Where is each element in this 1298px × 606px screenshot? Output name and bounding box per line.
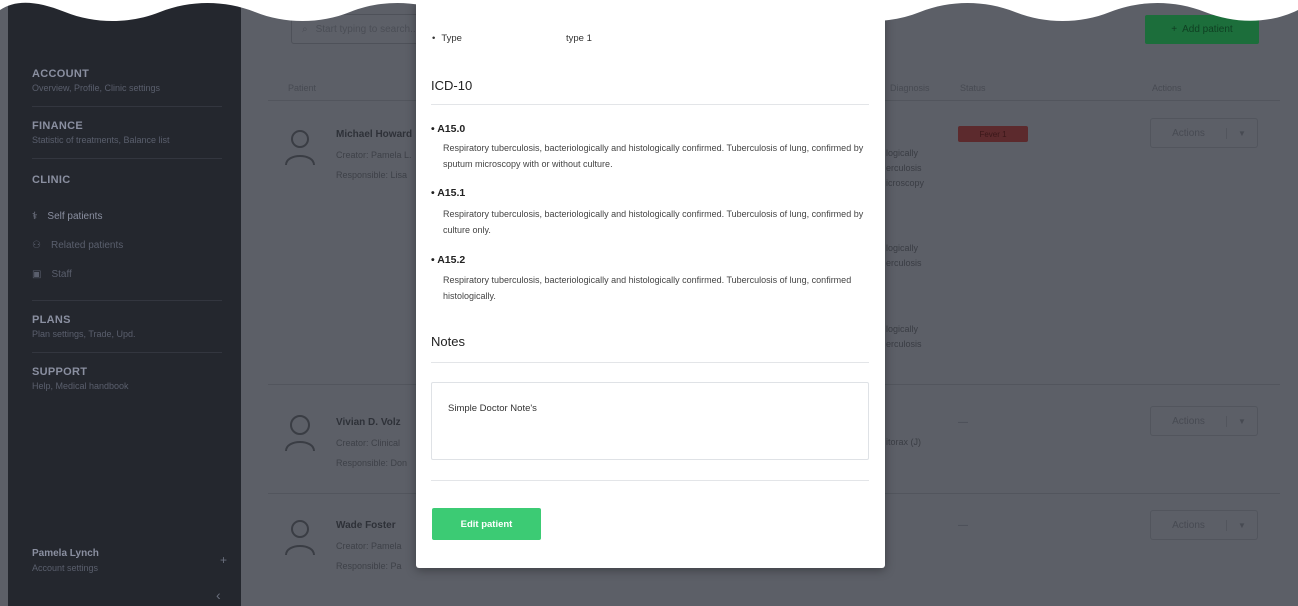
diagnosis-fragment: logically [886, 324, 919, 334]
collapse-sidebar-icon[interactable]: ‹ [216, 587, 221, 603]
sidebar-item-label: Staff [51, 269, 72, 280]
section-divider [431, 104, 869, 105]
column-header-actions: Actions [1152, 83, 1182, 93]
notes-box: Simple Doctor Note's [431, 382, 869, 460]
sidebar-item-label: Related patients [50, 240, 124, 251]
icd-heading: ICD-10 [431, 78, 473, 93]
sidebar: ACCOUNT Overview, Profile, Clinic settin… [8, 0, 241, 606]
sidebar-section-subtitle: Plan settings, Trade, Upd. [32, 329, 136, 339]
chevron-down-icon[interactable]: ▼ [1227, 521, 1257, 530]
staff-icon: ▣ [32, 269, 42, 280]
doctor-avatar-icon [285, 130, 315, 166]
status-empty: — [958, 417, 968, 428]
icd-code-label: A15.0 [437, 123, 466, 135]
diagnosis-fragment: itorax (J) [886, 437, 922, 447]
type-label: Type [441, 33, 462, 44]
icd-code-label: A15.2 [437, 254, 466, 266]
sidebar-section-title: PLANS [32, 314, 71, 326]
icd-code: • A15.1 [431, 187, 466, 199]
users-icon: ⚇ [32, 240, 41, 251]
sidebar-divider [32, 158, 222, 159]
patient-creator: Creator: Pamela L. [336, 150, 412, 160]
plus-icon[interactable]: + [220, 553, 227, 567]
sidebar-section-title: CLINIC [32, 174, 71, 186]
user-subtitle: Account settings [32, 563, 99, 573]
patient-creator: Creator: Pamela [336, 541, 402, 551]
sidebar-item-staff[interactable]: ▣ Staff [32, 269, 72, 280]
section-divider [431, 362, 869, 363]
add-patient-label: Add patient [1182, 24, 1233, 35]
diagnosis-fragment: erculosis [886, 163, 922, 173]
icd-description: Respiratory tuberculosis, bacteriologica… [443, 209, 864, 235]
sidebar-section-finance[interactable]: FINANCE Statistic of treatments, Balance… [32, 120, 170, 145]
search-icon: ⌕ [302, 23, 308, 35]
sidebar-divider [32, 300, 222, 301]
patient-name[interactable]: Wade Foster [336, 520, 396, 531]
column-header-diagnosis[interactable]: Diagnosis [890, 83, 930, 93]
sidebar-item-related-patients[interactable]: ⚇ Related patients [32, 240, 123, 251]
sidebar-section-clinic: CLINIC [32, 174, 70, 186]
type-value: type 1 [566, 33, 592, 44]
icd-description: Respiratory tuberculosis, bacteriologica… [443, 143, 864, 169]
icd-code-label: A15.1 [437, 187, 466, 199]
sidebar-divider [32, 106, 222, 107]
notes-heading: Notes [431, 334, 465, 349]
doctor-avatar-icon [285, 520, 315, 556]
status-badge: Fever 1 [958, 126, 1028, 142]
patient-responsible: Responsible: Pa [336, 561, 402, 571]
sidebar-item-label: Self patients [47, 211, 103, 222]
patient-details-modal: • Type type 1 ICD-10 • A15.0 Respiratory… [416, 0, 885, 568]
chevron-down-icon[interactable]: ▼ [1227, 129, 1257, 138]
row-actions-button[interactable]: Actions ▼ [1150, 118, 1258, 148]
sidebar-section-title: FINANCE [32, 120, 83, 132]
status-empty: — [958, 520, 968, 531]
user-name: Pamela Lynch [32, 548, 99, 559]
actions-label: Actions [1151, 127, 1227, 139]
sidebar-section-account[interactable]: ACCOUNT Overview, Profile, Clinic settin… [32, 68, 160, 93]
sidebar-section-title: ACCOUNT [32, 68, 90, 80]
actions-label: Actions [1151, 519, 1227, 531]
row-actions-button[interactable]: Actions ▼ [1150, 406, 1258, 436]
sidebar-section-subtitle: Overview, Profile, Clinic settings [32, 83, 161, 93]
sidebar-divider [32, 352, 222, 353]
row-actions-button[interactable]: Actions ▼ [1150, 510, 1258, 540]
bullet: • [432, 33, 436, 44]
plus-icon: + [1171, 24, 1178, 35]
search-placeholder: Start typing to search... [315, 23, 419, 35]
type-row: • Type type 1 [432, 33, 592, 44]
section-divider [431, 480, 869, 481]
diagnosis-fragment: erculosis [886, 339, 922, 349]
patient-responsible: Responsible: Lisa [336, 170, 408, 180]
sidebar-section-plans[interactable]: PLANS Plan settings, Trade, Upd. [32, 314, 136, 339]
sidebar-section-support[interactable]: SUPPORT Help, Medical handbook [32, 366, 129, 391]
column-header-patient[interactable]: Patient [288, 83, 316, 93]
patient-creator: Creator: Clinical [336, 438, 401, 448]
diagnosis-fragment: logically [886, 148, 919, 158]
wavy-edge-decoration [0, 0, 1298, 21]
sidebar-item-self-patients[interactable]: ⚕ Self patients [32, 211, 102, 222]
user-profile[interactable]: Pamela Lynch Account settings [32, 548, 99, 573]
sidebar-section-subtitle: Help, Medical handbook [32, 381, 129, 391]
sidebar-section-subtitle: Statistic of treatments, Balance list [32, 135, 170, 145]
diagnosis-fragment: icroscopy [886, 178, 925, 188]
edit-patient-button[interactable]: Edit patient [432, 508, 541, 540]
patient-name[interactable]: Michael Howard [336, 129, 412, 140]
patient-name[interactable]: Vivian D. Volz [336, 417, 401, 428]
diagnosis-fragment: erculosis [886, 258, 922, 268]
female-doctor-avatar-icon [285, 415, 315, 452]
icd-code: • A15.0 [431, 123, 466, 135]
icd-code: • A15.2 [431, 254, 466, 266]
icd-description: Respiratory tuberculosis, bacteriologica… [443, 275, 852, 301]
column-header-status[interactable]: Status [960, 83, 986, 93]
diagnosis-fragment: logically [886, 243, 919, 253]
actions-label: Actions [1151, 415, 1227, 427]
sidebar-section-title: SUPPORT [32, 366, 88, 378]
doctor-icon: ⚕ [32, 211, 38, 222]
chevron-down-icon[interactable]: ▼ [1227, 417, 1257, 426]
patient-responsible: Responsible: Don [336, 458, 408, 468]
